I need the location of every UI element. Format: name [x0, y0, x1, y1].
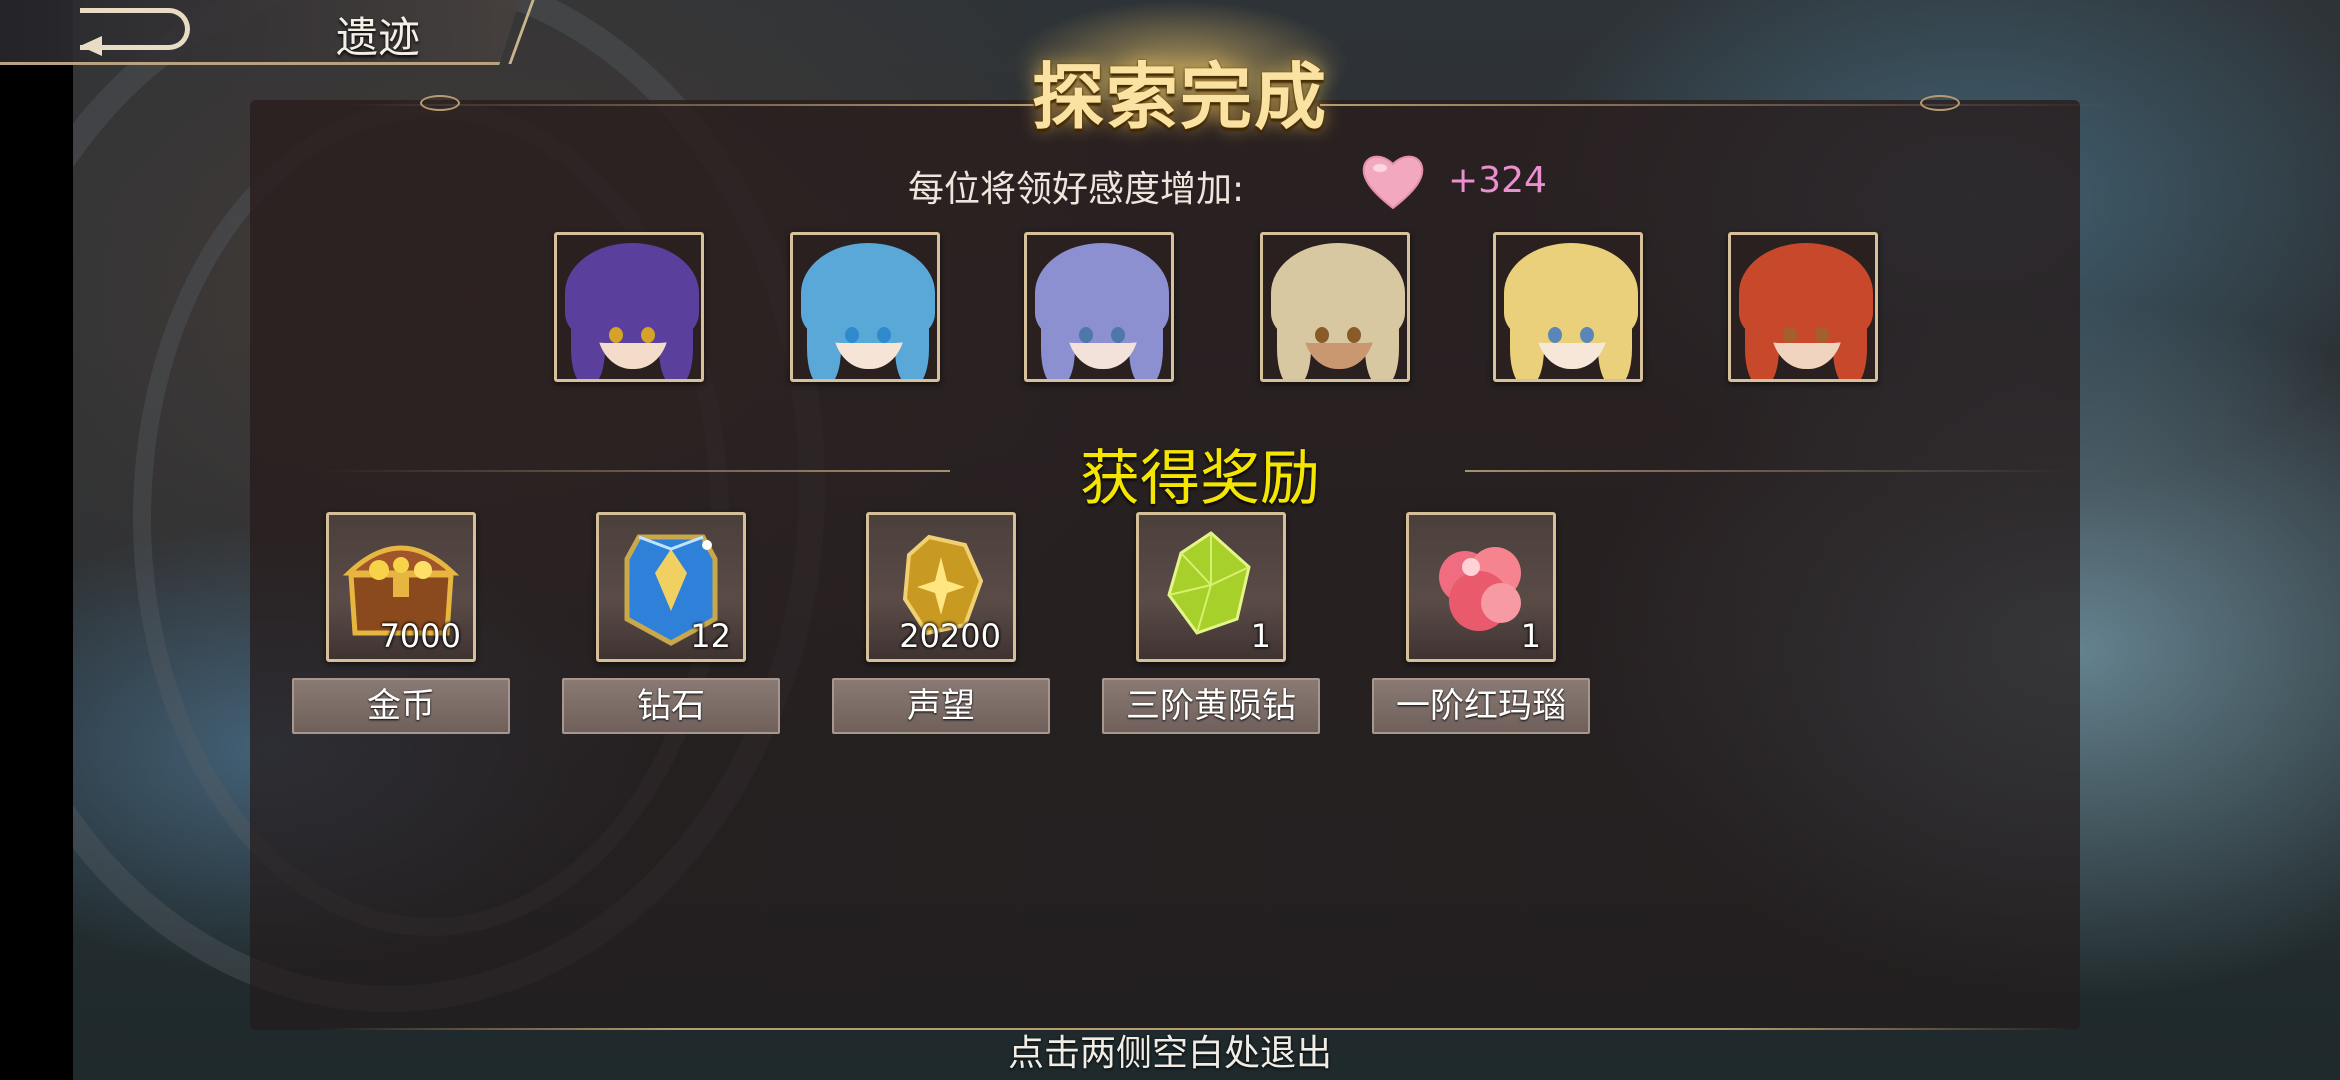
exit-hint: 点击两侧空白处退出 — [1007, 1033, 1332, 1074]
affection-label: 每位将领好感度增加: — [908, 169, 1245, 210]
ornament-left — [420, 95, 460, 111]
reward-count: 1 — [1250, 617, 1271, 655]
affection-value: +324 — [1448, 160, 1547, 201]
reward-count: 7000 — [379, 617, 461, 655]
portrait-hair — [1739, 243, 1873, 343]
reward-item-prestige[interactable]: 20200 — [866, 512, 1016, 662]
general-portrait[interactable] — [1728, 232, 1878, 382]
reward-name-prestige: 声望 — [832, 678, 1050, 734]
reward-item-diamond[interactable]: 12 — [596, 512, 746, 662]
general-portrait[interactable] — [554, 232, 704, 382]
portrait-eye — [1079, 327, 1093, 343]
general-portrait[interactable] — [790, 232, 940, 382]
exploration-complete-title: 探索完成 — [1031, 55, 1328, 139]
portrait-hair — [565, 243, 699, 343]
reward-count: 1 — [1520, 617, 1541, 655]
heart-icon — [1362, 155, 1424, 210]
ornament-right — [1920, 95, 1960, 111]
portrait-eye — [609, 327, 623, 343]
reward-name-red-agate: 一阶红玛瑙 — [1372, 678, 1590, 734]
reward-count: 12 — [690, 617, 731, 655]
reward-count: 20200 — [899, 617, 1001, 655]
portrait-eye — [1815, 327, 1829, 343]
back-arrow-icon — [80, 36, 102, 56]
rewards-divider-left — [320, 470, 950, 472]
portrait-hair — [1271, 243, 1405, 343]
reward-name-yellow-meteor-gem: 三阶黄陨钻 — [1102, 678, 1320, 734]
portrait-eye — [1548, 327, 1562, 343]
portrait-eye — [845, 327, 859, 343]
general-portrait[interactable] — [1024, 232, 1174, 382]
portrait-eye — [877, 327, 891, 343]
portrait-hair — [801, 243, 935, 343]
portrait-eye — [1783, 327, 1797, 343]
top-title-bar — [0, 0, 520, 65]
general-portrait[interactable] — [1260, 232, 1410, 382]
portrait-eye — [1315, 327, 1329, 343]
reward-item-yellow-meteor-gem[interactable]: 1 — [1136, 512, 1286, 662]
reward-item-gold[interactable]: 7000 — [326, 512, 476, 662]
portrait-hair — [1504, 243, 1638, 343]
header-divider-line — [1320, 104, 2120, 106]
portrait-eye — [1580, 327, 1594, 343]
portrait-eye — [641, 327, 655, 343]
reward-item-red-agate[interactable]: 1 — [1406, 512, 1556, 662]
reward-name-gold: 金币 — [292, 678, 510, 734]
portrait-hair — [1035, 243, 1169, 343]
reward-name-diamond: 钻石 — [562, 678, 780, 734]
rewards-title: 获得奖励 — [1080, 444, 1320, 514]
portrait-eye — [1347, 327, 1361, 343]
rewards-divider-right — [1465, 470, 2065, 472]
page-title: 遗迹 — [336, 13, 421, 62]
portrait-eye — [1111, 327, 1125, 343]
general-portrait[interactable] — [1493, 232, 1643, 382]
